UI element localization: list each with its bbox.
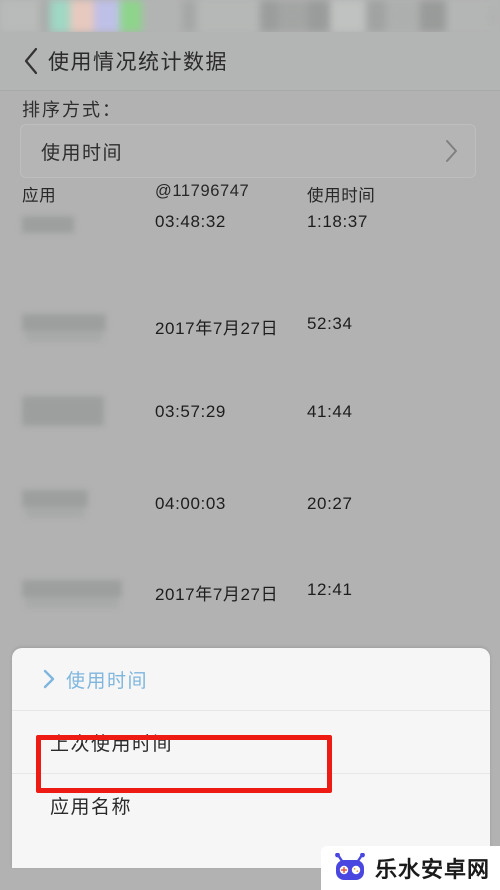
sheet-option-label: 上次使用时间 [50,733,174,755]
table-row[interactable]: 2017年7月27日 12:41 [0,546,500,636]
status-bar-band [0,0,40,32]
status-bar-band [120,0,142,32]
status-bar-band [50,0,72,32]
sort-options-sheet: 使用时间 上次使用时间 应用名称 [12,648,490,868]
sheet-option-label: 使用时间 [66,670,149,692]
cell-app-name [0,286,155,331]
sheet-option-label: 应用名称 [50,797,133,818]
blurred-app-name [22,490,88,507]
blurred-app-name [22,396,104,426]
status-bar-band [260,0,278,32]
cell-usage: 1:18:37 [307,212,368,231]
robot-icon [333,852,367,883]
sheet-option-app-name[interactable]: 应用名称 [12,774,490,837]
sort-select[interactable]: 使用时间 [20,124,476,178]
cell-usage: 41:44 [307,402,353,421]
status-bar-band [94,0,118,32]
cell-last-used: 2017年7月27日 [155,319,279,338]
cell-app-name [0,212,155,233]
cell-usage: 12:41 [307,580,353,599]
status-bar-band [420,0,446,32]
status-bar-indicator-icon [491,8,494,24]
table-header-row: 应用 @11796747 使用时间 [0,182,500,212]
watermark-text: 乐水安卓网 [374,857,490,882]
sort-label: 排序方式： [22,100,122,120]
cell-usage: 20:27 [307,494,353,513]
cell-usage: 52:34 [307,314,353,333]
table-row[interactable]: 04:00:03 20:27 [0,458,500,546]
table-row[interactable]: 03:57:29 41:44 [0,376,500,458]
table-row[interactable]: 2017年7月27日 52:34 [0,286,500,376]
cell-last-used: 03:48:32 [155,212,226,231]
cell-last-used: 03:57:29 [155,402,226,421]
cell-app-name [0,376,155,426]
column-header-app: 应用 [22,187,57,205]
status-bar-band [182,0,196,32]
chevron-left-icon[interactable] [14,46,48,76]
status-bar-band [330,0,366,32]
watermark: 乐水安卓网 [320,846,500,890]
usage-table: 应用 @11796747 使用时间 03:48:32 1:18:37 2017年… [0,182,500,636]
status-bar [0,0,500,32]
cell-last-used: 2017年7月27日 [155,585,279,604]
chevron-right-icon [443,138,459,164]
blurred-app-name [22,314,106,331]
page-title: 使用情况统计数据 [48,51,228,74]
cell-last-used: 04:00:03 [155,494,226,513]
phone-screen: 使用情况统计数据 排序方式： 使用时间 应用 @11796747 使用时间 03… [0,0,500,890]
column-header-last-used: @11796747 [155,182,250,200]
status-bar-band [278,0,308,32]
status-bar-band [308,0,330,32]
sheet-option-usage-time[interactable]: 使用时间 [12,648,490,711]
status-bar-band [366,0,386,32]
status-bar-band [70,0,94,32]
cell-app-name [0,546,155,597]
table-row[interactable]: 03:48:32 1:18:37 [0,212,500,286]
column-header-usage: 使用时间 [307,187,376,205]
sort-select-value: 使用时间 [41,142,124,164]
cell-app-name [0,458,155,507]
sheet-option-last-used-time[interactable]: 上次使用时间 [12,711,490,774]
blurred-app-name [22,580,122,597]
chevron-right-icon [42,668,56,690]
title-bar: 使用情况统计数据 [0,32,500,91]
status-bar-band [200,0,260,32]
status-bar-band [446,0,480,32]
status-bar-band [386,0,420,32]
blurred-app-name [22,216,74,233]
status-bar-band [142,0,182,32]
